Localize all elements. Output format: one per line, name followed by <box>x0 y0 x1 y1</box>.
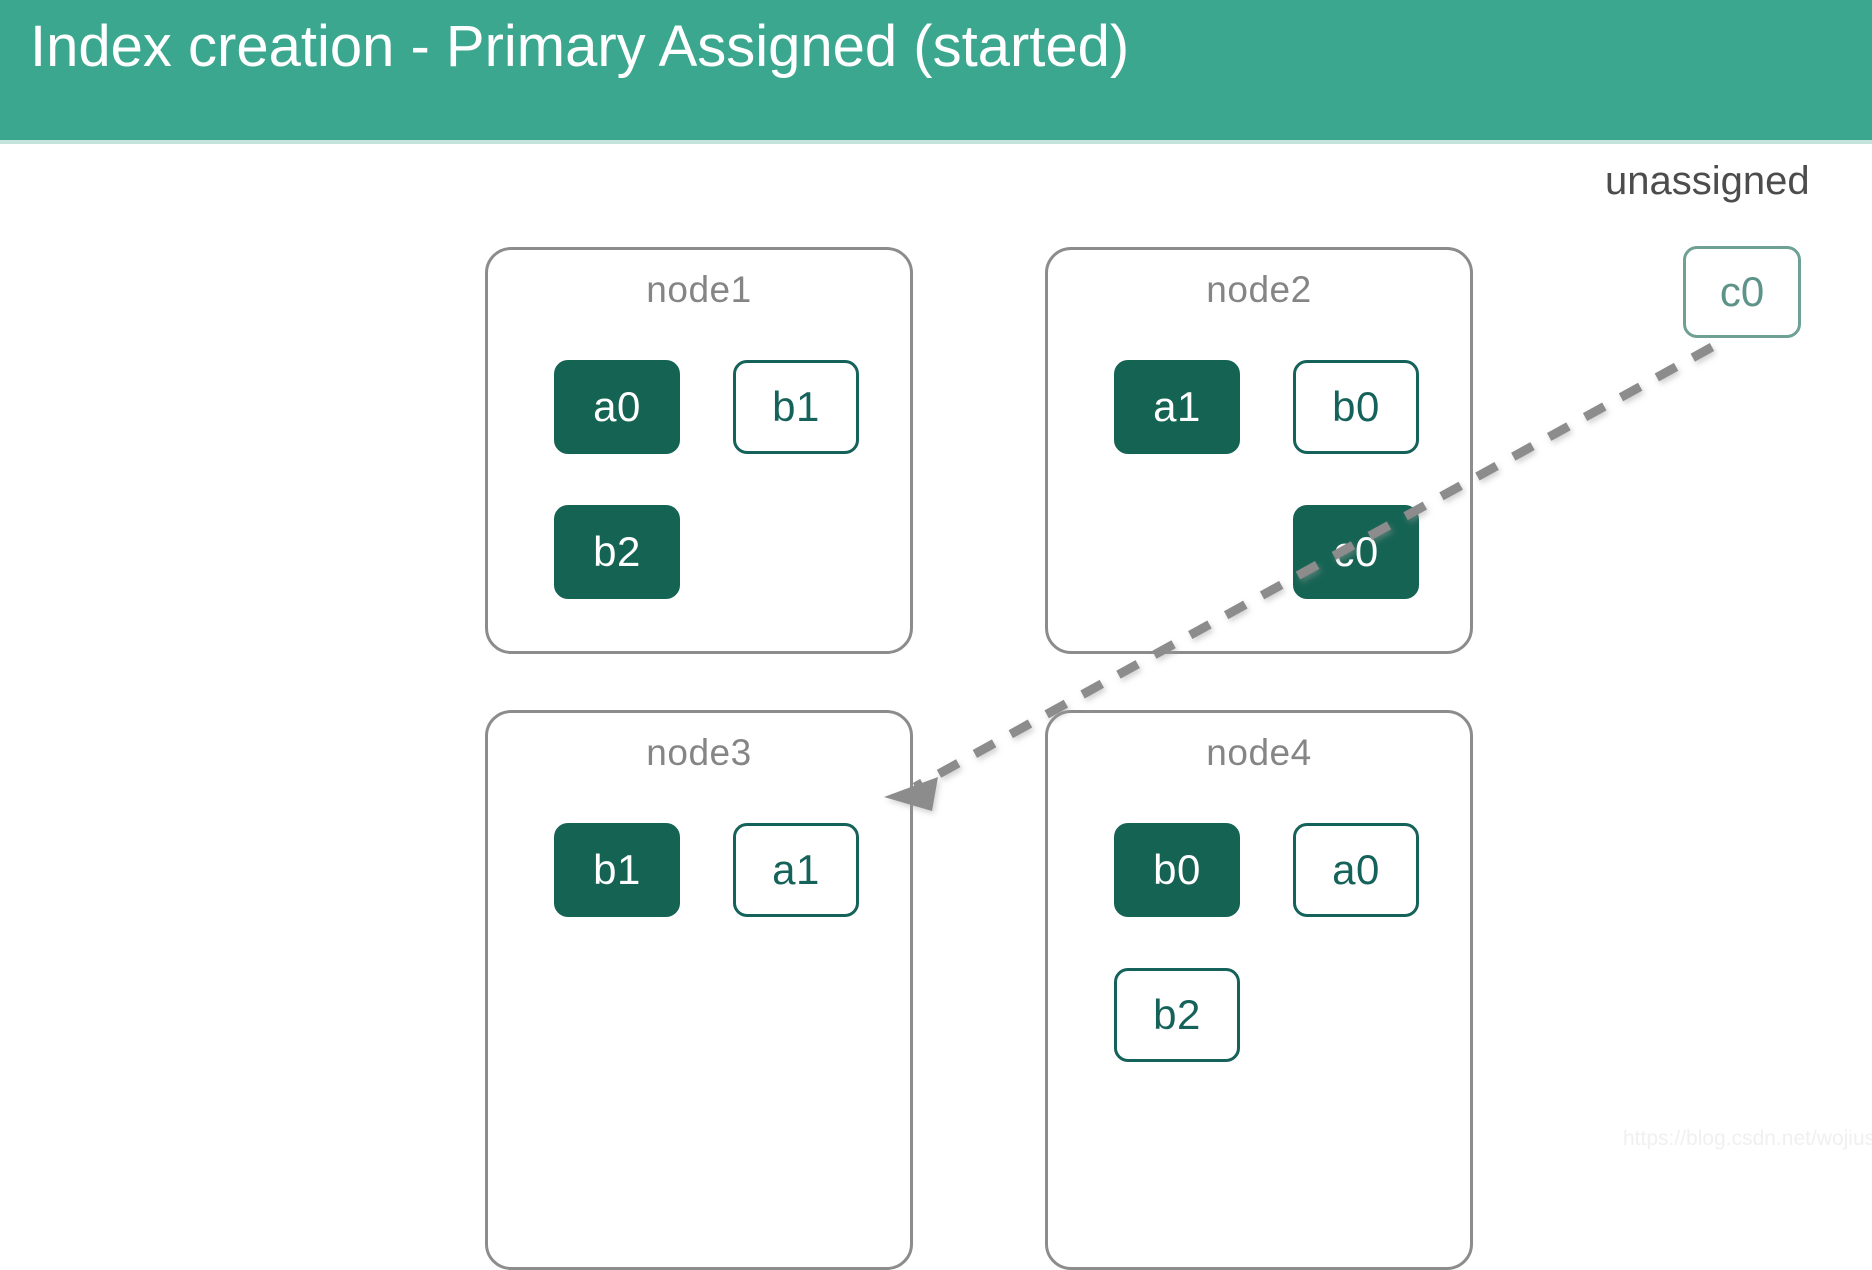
shard-chip[interactable]: a1 <box>1114 360 1240 454</box>
diagram-canvas: node1 a0 b1 b2 node2 a1 b0 c0 node3 b1 a… <box>0 144 1872 1270</box>
shard-chip[interactable]: b0 <box>1293 360 1419 454</box>
shard-chip[interactable]: b2 <box>554 505 680 599</box>
node-box-node4[interactable]: node4 b0 a0 b2 <box>1045 710 1473 1270</box>
node-box-node3[interactable]: node3 b1 a1 <box>485 710 913 1270</box>
page-title: Index creation - Primary Assigned (start… <box>30 14 1130 79</box>
shard-chip[interactable]: b0 <box>1114 823 1240 917</box>
shard-chip[interactable]: b1 <box>733 360 859 454</box>
node-box-node2[interactable]: node2 a1 b0 c0 <box>1045 247 1473 654</box>
node-box-node1[interactable]: node1 a0 b1 b2 <box>485 247 913 654</box>
node-label-node2: node2 <box>1206 269 1312 310</box>
node-label-node3: node3 <box>646 732 752 773</box>
shard-chip[interactable]: a1 <box>733 823 859 917</box>
watermark: https://blog.csdn.net/wojiushiwo987 <box>1623 1127 1872 1150</box>
shard-chip[interactable]: a0 <box>554 360 680 454</box>
node-label-node4: node4 <box>1206 732 1312 773</box>
unassigned-label: unassigned <box>1605 159 1810 203</box>
node-label-node1: node1 <box>646 269 752 310</box>
shard-chip[interactable]: b1 <box>554 823 680 917</box>
shard-chip[interactable]: a0 <box>1293 823 1419 917</box>
assignment-arrow <box>884 343 1715 811</box>
shard-chip[interactable]: b2 <box>1114 968 1240 1062</box>
shard-chip[interactable]: c0 <box>1293 505 1419 599</box>
unassigned-shard-chip[interactable]: c0 <box>1683 246 1801 338</box>
